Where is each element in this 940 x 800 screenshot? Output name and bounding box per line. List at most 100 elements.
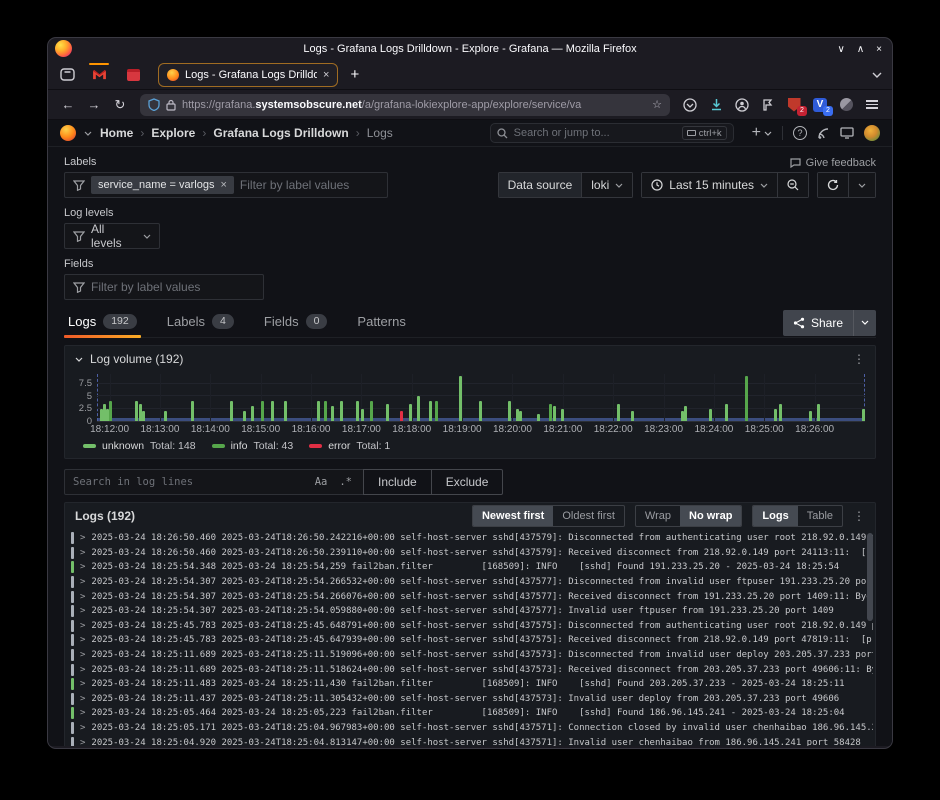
filter-chip[interactable]: service_name = varlogs× xyxy=(91,176,234,194)
expand-row-icon[interactable]: > xyxy=(80,679,85,689)
log-row[interactable]: >2025-03-24 18:25:05.464 2025-03-24 18:2… xyxy=(71,706,873,721)
logs-scrollbar[interactable] xyxy=(867,533,873,621)
label-filter-input[interactable] xyxy=(240,178,379,192)
reload-button[interactable]: ↻ xyxy=(108,94,132,116)
collapse-panel-icon[interactable] xyxy=(75,357,83,362)
exclude-button[interactable]: Exclude xyxy=(431,470,503,494)
browser-tab-active[interactable]: Logs - Grafana Logs Drilldow × xyxy=(158,63,338,87)
global-search[interactable]: ctrl+k xyxy=(490,123,734,143)
breadcrumb-item[interactable]: Explore xyxy=(151,126,195,140)
log-row[interactable]: >2025-03-24 18:25:11.483 2025-03-24 18:2… xyxy=(71,677,873,692)
news-icon[interactable] xyxy=(817,127,830,140)
legend-item[interactable]: unknownTotal: 148 xyxy=(83,440,196,452)
log-levels-dropdown[interactable]: All levels xyxy=(64,223,160,249)
log-row[interactable]: >2025-03-24 18:25:54.307 2025-03-24T18:2… xyxy=(71,604,873,619)
log-volume-plot[interactable] xyxy=(97,374,865,422)
share-options-caret[interactable] xyxy=(853,310,876,336)
toggle-oldest-first[interactable]: Oldest first xyxy=(553,506,624,526)
expand-row-icon[interactable]: > xyxy=(80,665,85,675)
datasource-value[interactable]: loki xyxy=(582,172,633,198)
log-row[interactable]: >2025-03-24 18:26:50.460 2025-03-24T18:2… xyxy=(71,546,873,561)
extension-icon[interactable] xyxy=(756,94,780,116)
download-icon[interactable] xyxy=(704,94,728,116)
theme-icon[interactable] xyxy=(834,94,858,116)
fields-filter-input[interactable] xyxy=(91,280,255,294)
add-new-button[interactable]: + xyxy=(752,124,772,142)
breadcrumb-item[interactable]: Grafana Logs Drilldown xyxy=(213,126,348,140)
logs-panel-menu-icon[interactable]: ⋮ xyxy=(853,509,865,523)
pocket-icon[interactable] xyxy=(678,94,702,116)
vimium-icon[interactable]: V 2 xyxy=(808,94,832,116)
toggle-wrap[interactable]: Wrap xyxy=(636,506,680,526)
log-row[interactable]: >2025-03-24 18:25:54.307 2025-03-24T18:2… xyxy=(71,589,873,604)
window-minimize-icon[interactable]: ∨ xyxy=(838,44,845,55)
log-row[interactable]: >2025-03-24 18:26:50.460 2025-03-24T18:2… xyxy=(71,531,873,546)
log-row[interactable]: >2025-03-24 18:25:45.783 2025-03-24T18:2… xyxy=(71,619,873,634)
tab-patterns[interactable]: Patterns xyxy=(353,308,409,337)
log-row[interactable]: >2025-03-24 18:25:11.689 2025-03-24T18:2… xyxy=(71,662,873,677)
window-close-icon[interactable]: × xyxy=(876,44,882,55)
help-icon[interactable]: ? xyxy=(793,126,807,140)
nav-expand-icon[interactable] xyxy=(84,131,92,136)
pinned-tab-gmail[interactable] xyxy=(84,63,114,87)
back-button[interactable]: ← xyxy=(56,94,80,116)
global-search-input[interactable] xyxy=(514,127,676,139)
log-row[interactable]: >2025-03-24 18:25:11.437 2025-03-24T18:2… xyxy=(71,692,873,707)
tab-labels[interactable]: Labels4 xyxy=(163,308,238,337)
forward-button[interactable]: → xyxy=(82,94,106,116)
toggle-newest-first[interactable]: Newest first xyxy=(473,506,553,526)
legend-item[interactable]: errorTotal: 1 xyxy=(309,440,390,452)
match-case-button[interactable]: Aa xyxy=(312,476,331,488)
panel-menu-icon[interactable]: ⋮ xyxy=(853,352,865,366)
chip-remove-icon[interactable]: × xyxy=(220,179,226,191)
expand-row-icon[interactable]: > xyxy=(80,548,85,558)
time-range-button[interactable]: Last 15 minutes xyxy=(641,172,778,198)
expand-row-icon[interactable]: > xyxy=(80,708,85,718)
list-all-tabs-icon[interactable] xyxy=(872,72,886,78)
log-row[interactable]: >2025-03-24 18:25:54.307 2025-03-24T18:2… xyxy=(71,575,873,590)
grafana-logo-icon[interactable] xyxy=(60,125,76,141)
breadcrumb-item[interactable]: Home xyxy=(100,126,133,140)
datasource-picker[interactable]: Data source loki xyxy=(498,172,634,198)
refresh-interval-button[interactable] xyxy=(849,172,876,198)
log-row[interactable]: >2025-03-24 18:25:04.920 2025-03-24T18:2… xyxy=(71,735,873,746)
fields-filter-input-box[interactable] xyxy=(64,274,264,300)
new-tab-button[interactable]: + xyxy=(342,66,367,83)
legend-item[interactable]: infoTotal: 43 xyxy=(212,440,294,452)
expand-row-icon[interactable]: > xyxy=(80,592,85,602)
expand-row-icon[interactable]: > xyxy=(80,577,85,587)
include-button[interactable]: Include xyxy=(364,470,431,494)
window-maximize-icon[interactable]: ∧ xyxy=(857,44,864,55)
breadcrumb-item[interactable]: Logs xyxy=(367,126,393,140)
toggle-no-wrap[interactable]: No wrap xyxy=(680,506,741,526)
expand-row-icon[interactable]: > xyxy=(80,635,85,645)
log-row[interactable]: >2025-03-24 18:25:45.783 2025-03-24T18:2… xyxy=(71,633,873,648)
expand-row-icon[interactable]: > xyxy=(80,621,85,631)
tab-logs[interactable]: Logs192 xyxy=(64,308,141,337)
menu-icon[interactable] xyxy=(860,94,884,116)
expand-row-icon[interactable]: > xyxy=(80,606,85,616)
log-row[interactable]: >2025-03-24 18:25:05.171 2025-03-24T18:2… xyxy=(71,721,873,736)
zoom-out-button[interactable] xyxy=(778,172,809,198)
expand-row-icon[interactable]: > xyxy=(80,650,85,660)
log-row[interactable]: >2025-03-24 18:25:11.689 2025-03-24T18:2… xyxy=(71,648,873,663)
label-filter-input-box[interactable]: service_name = varlogs× xyxy=(64,172,388,198)
toggle-table[interactable]: Table xyxy=(798,506,842,526)
regex-button[interactable]: .* xyxy=(336,476,355,488)
log-search-input[interactable] xyxy=(73,476,306,488)
tracking-shield-icon[interactable] xyxy=(148,98,160,111)
bookmark-star-icon[interactable]: ☆ xyxy=(652,98,662,111)
expand-row-icon[interactable]: > xyxy=(80,562,85,572)
url-bar[interactable]: https://grafana.systemsobscure.net/a/gra… xyxy=(140,94,670,116)
log-search-box[interactable]: Aa .* xyxy=(64,469,364,495)
screen-icon[interactable] xyxy=(840,127,854,139)
log-volume-title[interactable]: Log volume (192) xyxy=(90,352,183,366)
expand-row-icon[interactable]: > xyxy=(80,694,85,704)
log-row[interactable]: >2025-03-24 18:25:54.348 2025-03-24 18:2… xyxy=(71,560,873,575)
refresh-button[interactable] xyxy=(817,172,849,198)
expand-row-icon[interactable]: > xyxy=(80,723,85,733)
ublock-icon[interactable]: 2 xyxy=(782,94,806,116)
expand-row-icon[interactable]: > xyxy=(80,533,85,543)
account-icon[interactable] xyxy=(730,94,754,116)
tab-fields[interactable]: Fields0 xyxy=(260,308,332,337)
